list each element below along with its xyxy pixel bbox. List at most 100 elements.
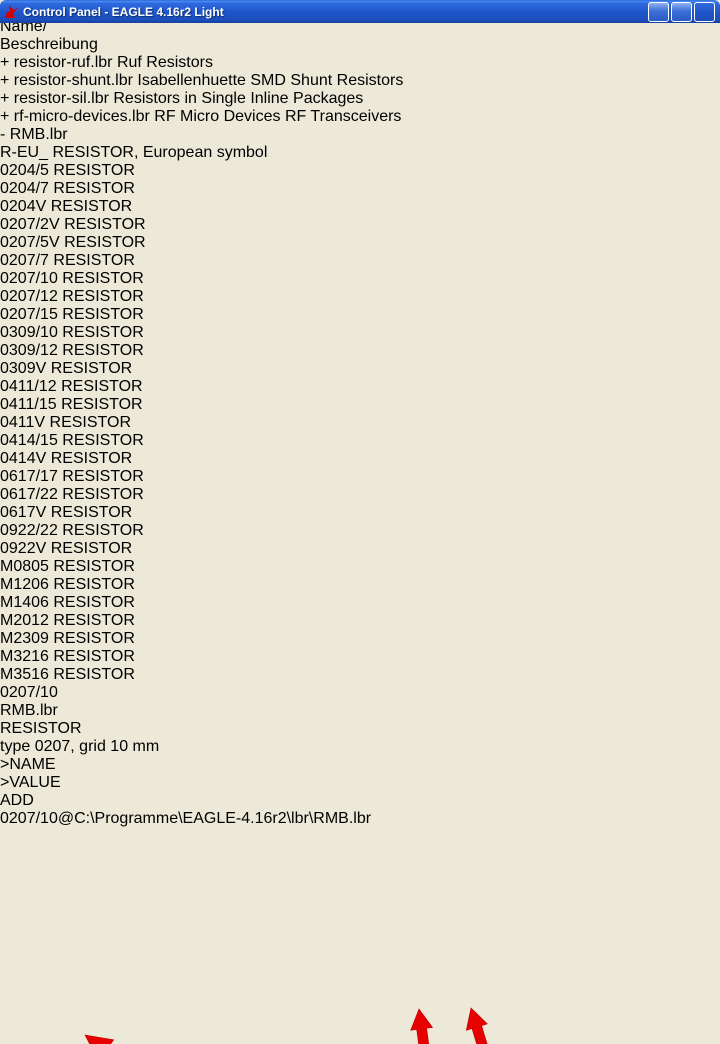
- tree-item-name[interactable]: M1206: [0, 576, 49, 593]
- annotation-arrow-pad-right: [466, 1008, 493, 1044]
- tree-item-name[interactable]: 0414/15: [0, 432, 58, 449]
- tree-item-name[interactable]: M1406: [0, 594, 49, 611]
- tree-item-name[interactable]: resistor-shunt.lbr: [14, 72, 133, 89]
- tree-item-name[interactable]: 0207/2V: [0, 216, 60, 233]
- tree-row[interactable]: 0207/7 RESISTOR: [0, 252, 720, 270]
- tree-item-name[interactable]: 0207/10: [0, 270, 58, 287]
- tree-item-name[interactable]: 0922V: [0, 540, 46, 557]
- tree-row[interactable]: M3516 RESISTOR: [0, 666, 720, 684]
- tree-row[interactable]: M1206 RESISTOR: [0, 576, 720, 594]
- tree-item-name[interactable]: M3516: [0, 666, 49, 683]
- detail-description: type 0207, grid 10 mm: [0, 738, 720, 756]
- tree-row[interactable]: + resistor-sil.lbr Resistors in Single I…: [0, 90, 720, 108]
- tree-item-name[interactable]: resistor-sil.lbr: [14, 90, 109, 107]
- window-title: Control Panel - EAGLE 4.16r2 Light: [23, 5, 648, 19]
- expand-toggle-icon[interactable]: +: [0, 90, 9, 107]
- restore-button[interactable]: [671, 2, 692, 22]
- column-header-description[interactable]: Beschreibung: [0, 36, 720, 54]
- expand-toggle-icon[interactable]: +: [0, 54, 9, 71]
- tree-item-description: RESISTOR: [53, 612, 135, 629]
- tree-item-name[interactable]: resistor-ruf.lbr: [14, 54, 113, 71]
- add-link[interactable]: ADD: [0, 792, 34, 809]
- tree-item-name[interactable]: M2309: [0, 630, 49, 647]
- tree-row[interactable]: 0922/22 RESISTOR: [0, 522, 720, 540]
- tree-item-description: RESISTOR: [51, 504, 133, 521]
- tree-item-description: RESISTOR: [62, 342, 144, 359]
- tree-row[interactable]: 0617/22 RESISTOR: [0, 486, 720, 504]
- tree-item-name[interactable]: R-EU_: [0, 144, 48, 161]
- tree-item-name[interactable]: M3216: [0, 648, 49, 665]
- tree-item-description: RESISTOR: [62, 432, 144, 449]
- tree-row[interactable]: 0922V RESISTOR: [0, 540, 720, 558]
- tree-item-description: RESISTOR: [53, 594, 135, 611]
- tree-row[interactable]: 0414V RESISTOR: [0, 450, 720, 468]
- tree-row[interactable]: R-EU_ RESISTOR, European symbol: [0, 144, 720, 162]
- tree-row[interactable]: 0411/12 RESISTOR: [0, 378, 720, 396]
- tree-item-name[interactable]: 0207/5V: [0, 234, 60, 251]
- tree-row[interactable]: M0805 RESISTOR: [0, 558, 720, 576]
- tree-item-description: RESISTOR: [51, 360, 133, 377]
- tree-row[interactable]: 0207/15 RESISTOR: [0, 306, 720, 324]
- tree-row[interactable]: 0204V RESISTOR: [0, 198, 720, 216]
- tree-item-name[interactable]: M0805: [0, 558, 49, 575]
- tree-item-name[interactable]: 0204/7: [0, 180, 49, 197]
- symbol-resistor-body: >VALUE: [0, 774, 720, 792]
- tree-row[interactable]: 0617V RESISTOR: [0, 504, 720, 522]
- detail-panel: 0207/10 RMB.lbr RESISTOR type 0207, grid…: [0, 684, 720, 810]
- tree-row[interactable]: + rf-micro-devices.lbr RF Micro Devices …: [0, 108, 720, 126]
- tree-row[interactable]: 0204/5 RESISTOR: [0, 162, 720, 180]
- tree-row[interactable]: 0414/15 RESISTOR: [0, 432, 720, 450]
- expand-toggle-icon[interactable]: +: [0, 108, 9, 125]
- tree-item-name[interactable]: M2012: [0, 612, 49, 629]
- tree-row[interactable]: 0207/10 RESISTOR: [0, 270, 720, 288]
- tree-row[interactable]: - RMB.lbr: [0, 126, 720, 144]
- status-bar: 0207/10@C:\Programme\EAGLE-4.16r2\lbr\RM…: [0, 810, 720, 828]
- tree-item-name[interactable]: 0309/12: [0, 342, 58, 359]
- tree-item-description: RESISTOR: [53, 162, 135, 179]
- tree-item-name[interactable]: 0207/15: [0, 306, 58, 323]
- tree-item-name[interactable]: 0411/15: [0, 396, 57, 413]
- tree-item-name[interactable]: 0309/10: [0, 324, 58, 341]
- tree-item-name[interactable]: 0204V: [0, 198, 46, 215]
- minimize-button[interactable]: [648, 2, 669, 22]
- tree-row[interactable]: M1406 RESISTOR: [0, 594, 720, 612]
- tree-item-name[interactable]: 0617V: [0, 504, 46, 521]
- tree-item-description: RESISTOR: [51, 198, 133, 215]
- tree-row[interactable]: + resistor-shunt.lbr Isabellenhuette SMD…: [0, 72, 720, 90]
- expand-toggle-icon[interactable]: +: [0, 72, 9, 89]
- tree-row[interactable]: 0207/12 RESISTOR: [0, 288, 720, 306]
- tree-header: Name/ Beschreibung: [0, 18, 720, 54]
- tree-item-name[interactable]: 0411V: [0, 414, 45, 431]
- titlebar[interactable]: Control Panel - EAGLE 4.16r2 Light: [0, 0, 720, 23]
- tree-item-name[interactable]: 0204/5: [0, 162, 49, 179]
- tree-row[interactable]: 0204/7 RESISTOR: [0, 180, 720, 198]
- tree-item-name[interactable]: 0617/22: [0, 486, 58, 503]
- tree-item-description: RESISTOR: [64, 216, 146, 233]
- tree-row[interactable]: 0617/17 RESISTOR: [0, 468, 720, 486]
- tree-row[interactable]: 0207/2V RESISTOR: [0, 216, 720, 234]
- tree-row[interactable]: 0309V RESISTOR: [0, 360, 720, 378]
- close-button[interactable]: [694, 2, 715, 22]
- tree-item-name[interactable]: 0207/7: [0, 252, 49, 269]
- tree-item-name[interactable]: RMB.lbr: [10, 126, 68, 143]
- tree-item-name[interactable]: 0309V: [0, 360, 46, 377]
- tree-item-description: RESISTOR: [64, 234, 146, 251]
- tree-row[interactable]: 0411/15 RESISTOR: [0, 396, 720, 414]
- tree-row[interactable]: 0411V RESISTOR: [0, 414, 720, 432]
- tree-item-name[interactable]: rf-micro-devices.lbr: [14, 108, 150, 125]
- expand-toggle-icon[interactable]: -: [0, 126, 5, 143]
- tree-item-name[interactable]: 0207/12: [0, 288, 58, 305]
- tree-row[interactable]: + resistor-ruf.lbr Ruf Resistors: [0, 54, 720, 72]
- tree-row[interactable]: M3216 RESISTOR: [0, 648, 720, 666]
- tree-row[interactable]: M2012 RESISTOR: [0, 612, 720, 630]
- tree-item-name[interactable]: 0414V: [0, 450, 46, 467]
- tree-row[interactable]: M2309 RESISTOR: [0, 630, 720, 648]
- tree-row[interactable]: 0309/10 RESISTOR: [0, 324, 720, 342]
- tree-item-description: RESISTOR: [62, 486, 144, 503]
- tree-row[interactable]: 0309/12 RESISTOR: [0, 342, 720, 360]
- tree-item-name[interactable]: 0922/22: [0, 522, 58, 539]
- tree-item-name[interactable]: 0617/17: [0, 468, 58, 485]
- tree-row[interactable]: 0207/5V RESISTOR: [0, 234, 720, 252]
- tree-item-description: RESISTOR: [53, 558, 135, 575]
- tree-item-name[interactable]: 0411/12: [0, 378, 57, 395]
